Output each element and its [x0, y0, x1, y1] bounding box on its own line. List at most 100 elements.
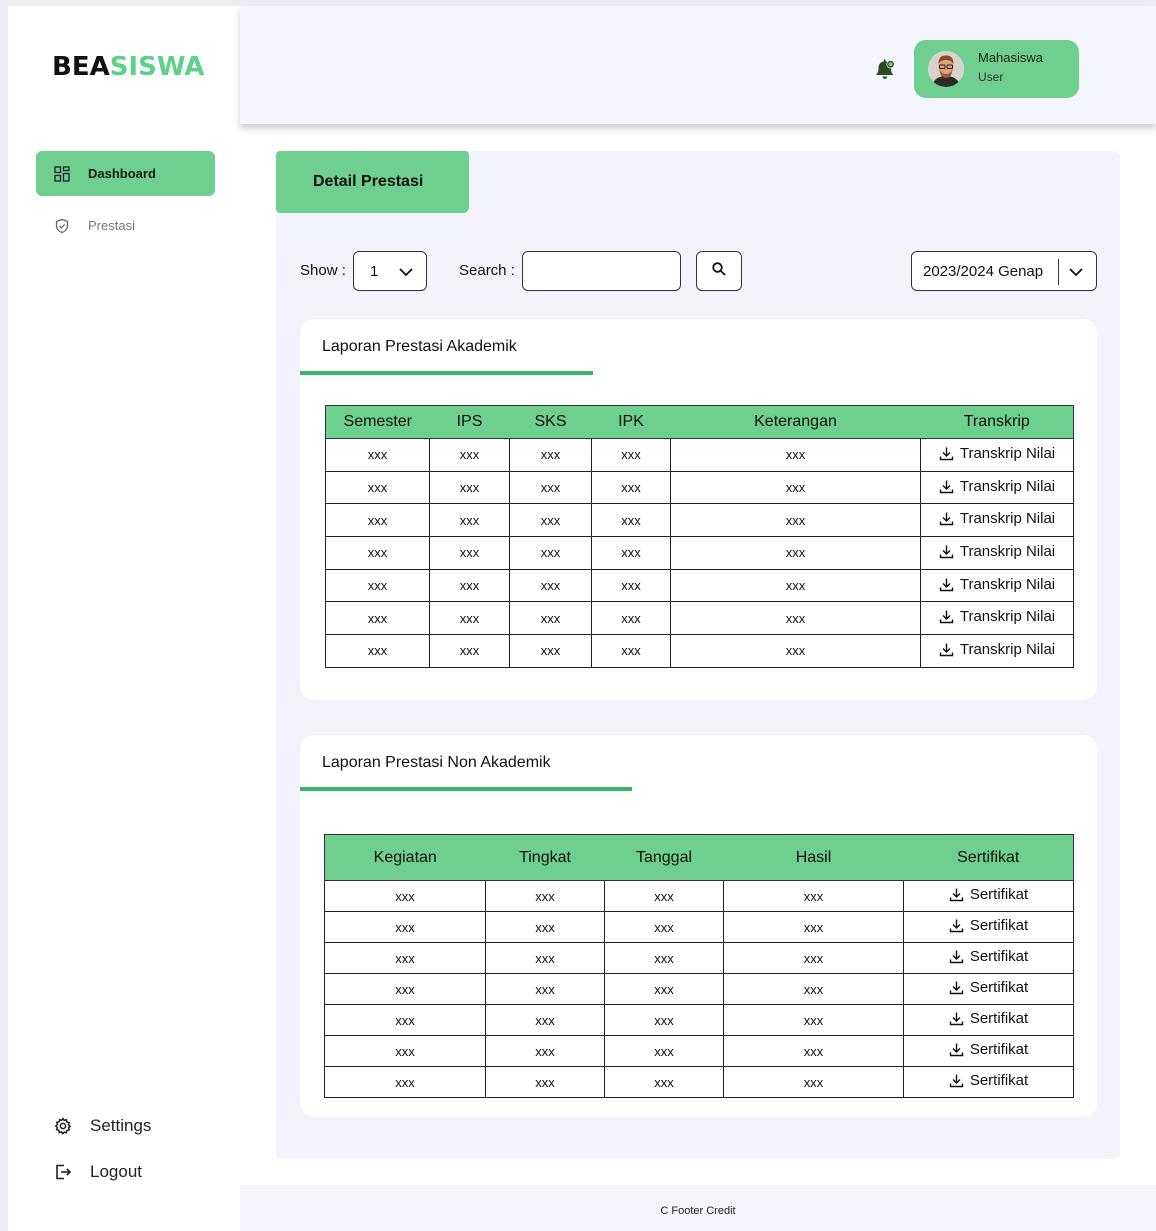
table-cell: xxx	[723, 942, 904, 974]
table-cell: xxx	[324, 973, 486, 1005]
table-cell: xxx	[429, 568, 510, 603]
table-cell: xxx	[604, 911, 724, 943]
download-link[interactable]: Transkrip Nilai	[920, 470, 1074, 505]
download-label: Sertifikat	[969, 948, 1029, 965]
top-header: Mahasiswa User	[240, 6, 1156, 124]
table-row: xxx xxx xxx xxx Sertifikat	[324, 1066, 1074, 1098]
download-icon	[939, 642, 960, 657]
table-cell: xxx	[509, 601, 592, 636]
col-sks[interactable]: SKS	[509, 405, 592, 439]
download-label: Sertifikat	[969, 1072, 1029, 1089]
table-cell: xxx	[723, 1066, 904, 1098]
download-link[interactable]: Sertifikat	[903, 1066, 1074, 1098]
table-row: xxx xxx xxx xxx Sertifikat	[324, 1035, 1074, 1067]
period-select[interactable]: 2023/2024 Genap	[911, 251, 1097, 291]
download-link[interactable]: Sertifikat	[903, 880, 1074, 912]
user-profile-card[interactable]: Mahasiswa User	[914, 40, 1079, 98]
table-cell: xxx	[324, 1004, 486, 1036]
table-cell: xxx	[324, 942, 486, 974]
sidebar-item-prestasi[interactable]: Prestasi	[36, 203, 215, 248]
download-link[interactable]: Transkrip Nilai	[920, 536, 1074, 570]
logout-icon	[54, 1163, 72, 1181]
table-cell: xxx	[591, 601, 671, 636]
col-tanggal[interactable]: Tanggal	[604, 834, 724, 881]
col-ips[interactable]: IPS	[429, 405, 510, 439]
dashboard-icon	[54, 165, 70, 182]
table-cell: xxx	[604, 942, 724, 974]
settings-button[interactable]: Settings	[54, 1116, 151, 1136]
download-link[interactable]: Sertifikat	[903, 942, 1074, 974]
download-icon	[949, 887, 970, 902]
table-cell: xxx	[509, 503, 592, 538]
download-link[interactable]: Sertifikat	[903, 1035, 1074, 1067]
col-tingkat[interactable]: Tingkat	[485, 834, 605, 881]
table-header-row: Semester IPS SKS IPK Keterangan Transkri…	[325, 405, 1074, 439]
download-icon	[949, 1042, 970, 1057]
shield-check-icon	[54, 218, 70, 234]
gear-icon	[54, 1117, 72, 1135]
col-hasil[interactable]: Hasil	[723, 834, 904, 881]
non-academic-table: Kegiatan Tingkat Tanggal Hasil Sertifika…	[324, 834, 1074, 1098]
non-academic-report-card: Laporan Prestasi Non Akademik Kegiatan T…	[300, 735, 1097, 1117]
table-cell: xxx	[670, 438, 921, 472]
bell-icon[interactable]	[872, 56, 898, 82]
table-cell: xxx	[324, 1066, 486, 1098]
download-link[interactable]: Sertifikat	[903, 1004, 1074, 1036]
download-icon	[949, 980, 970, 995]
title-underline	[300, 787, 632, 791]
col-sertifikat[interactable]: Sertifikat	[903, 834, 1074, 881]
table-cell: xxx	[591, 438, 671, 472]
sidebar-item-label: Dashboard	[88, 166, 156, 181]
chevron-down-icon	[398, 264, 414, 284]
table-cell: xxx	[509, 634, 592, 668]
show-entries-select[interactable]: 1	[353, 251, 427, 291]
download-link[interactable]: Transkrip Nilai	[920, 568, 1074, 603]
download-link[interactable]: Transkrip Nilai	[920, 503, 1074, 538]
col-transkrip[interactable]: Transkrip	[920, 405, 1074, 439]
download-icon	[939, 544, 960, 559]
table-cell: xxx	[591, 503, 671, 538]
download-label: Transkrip Nilai	[959, 542, 1056, 560]
download-link[interactable]: Transkrip Nilai	[920, 438, 1074, 472]
download-link[interactable]: Transkrip Nilai	[920, 634, 1074, 668]
col-kegiatan[interactable]: Kegiatan	[324, 834, 486, 881]
col-ipk[interactable]: IPK	[591, 405, 671, 439]
sidebar-item-dashboard[interactable]: Dashboard	[36, 151, 215, 196]
table-cell: xxx	[723, 911, 904, 943]
download-link[interactable]: Sertifikat	[903, 973, 1074, 1005]
col-keterangan[interactable]: Keterangan	[670, 405, 921, 439]
table-cell: xxx	[429, 470, 510, 505]
table-row: xxx xxx xxx xxx Sertifikat	[324, 942, 1074, 974]
search-button[interactable]	[696, 251, 742, 291]
table-row: xxx xxx xxx xxx xxx Transkrip Nilai	[325, 601, 1074, 636]
search-icon	[711, 261, 727, 282]
table-cell: xxx	[509, 568, 592, 603]
select-divider	[1058, 259, 1059, 285]
table-cell: xxx	[604, 973, 724, 1005]
table-cell: xxx	[325, 601, 430, 636]
search-input[interactable]	[522, 251, 681, 291]
download-label: Sertifikat	[969, 979, 1029, 996]
table-cell: xxx	[723, 880, 904, 912]
download-icon	[949, 949, 970, 964]
col-semester[interactable]: Semester	[325, 405, 430, 439]
download-link[interactable]: Transkrip Nilai	[920, 601, 1074, 636]
table-cell: xxx	[325, 568, 430, 603]
table-cell: xxx	[670, 601, 921, 636]
table-cell: xxx	[485, 973, 605, 1005]
table-cell: xxx	[325, 438, 430, 472]
download-icon	[949, 918, 970, 933]
logout-label: Logout	[90, 1162, 142, 1181]
table-cell: xxx	[324, 1035, 486, 1067]
download-link[interactable]: Sertifikat	[903, 911, 1074, 943]
download-label: Transkrip Nilai	[959, 510, 1056, 528]
table-cell: xxx	[723, 973, 904, 1005]
table-cell: xxx	[670, 634, 921, 668]
table-cell: xxx	[723, 1004, 904, 1036]
logout-button[interactable]: Logout	[54, 1162, 142, 1182]
period-value: 2023/2024 Genap	[923, 262, 1044, 280]
academic-report-title: Laporan Prestasi Akademik	[322, 338, 517, 355]
table-header-row: Kegiatan Tingkat Tanggal Hasil Sertifika…	[324, 834, 1074, 881]
table-cell: xxx	[429, 536, 510, 570]
table-cell: xxx	[485, 911, 605, 943]
